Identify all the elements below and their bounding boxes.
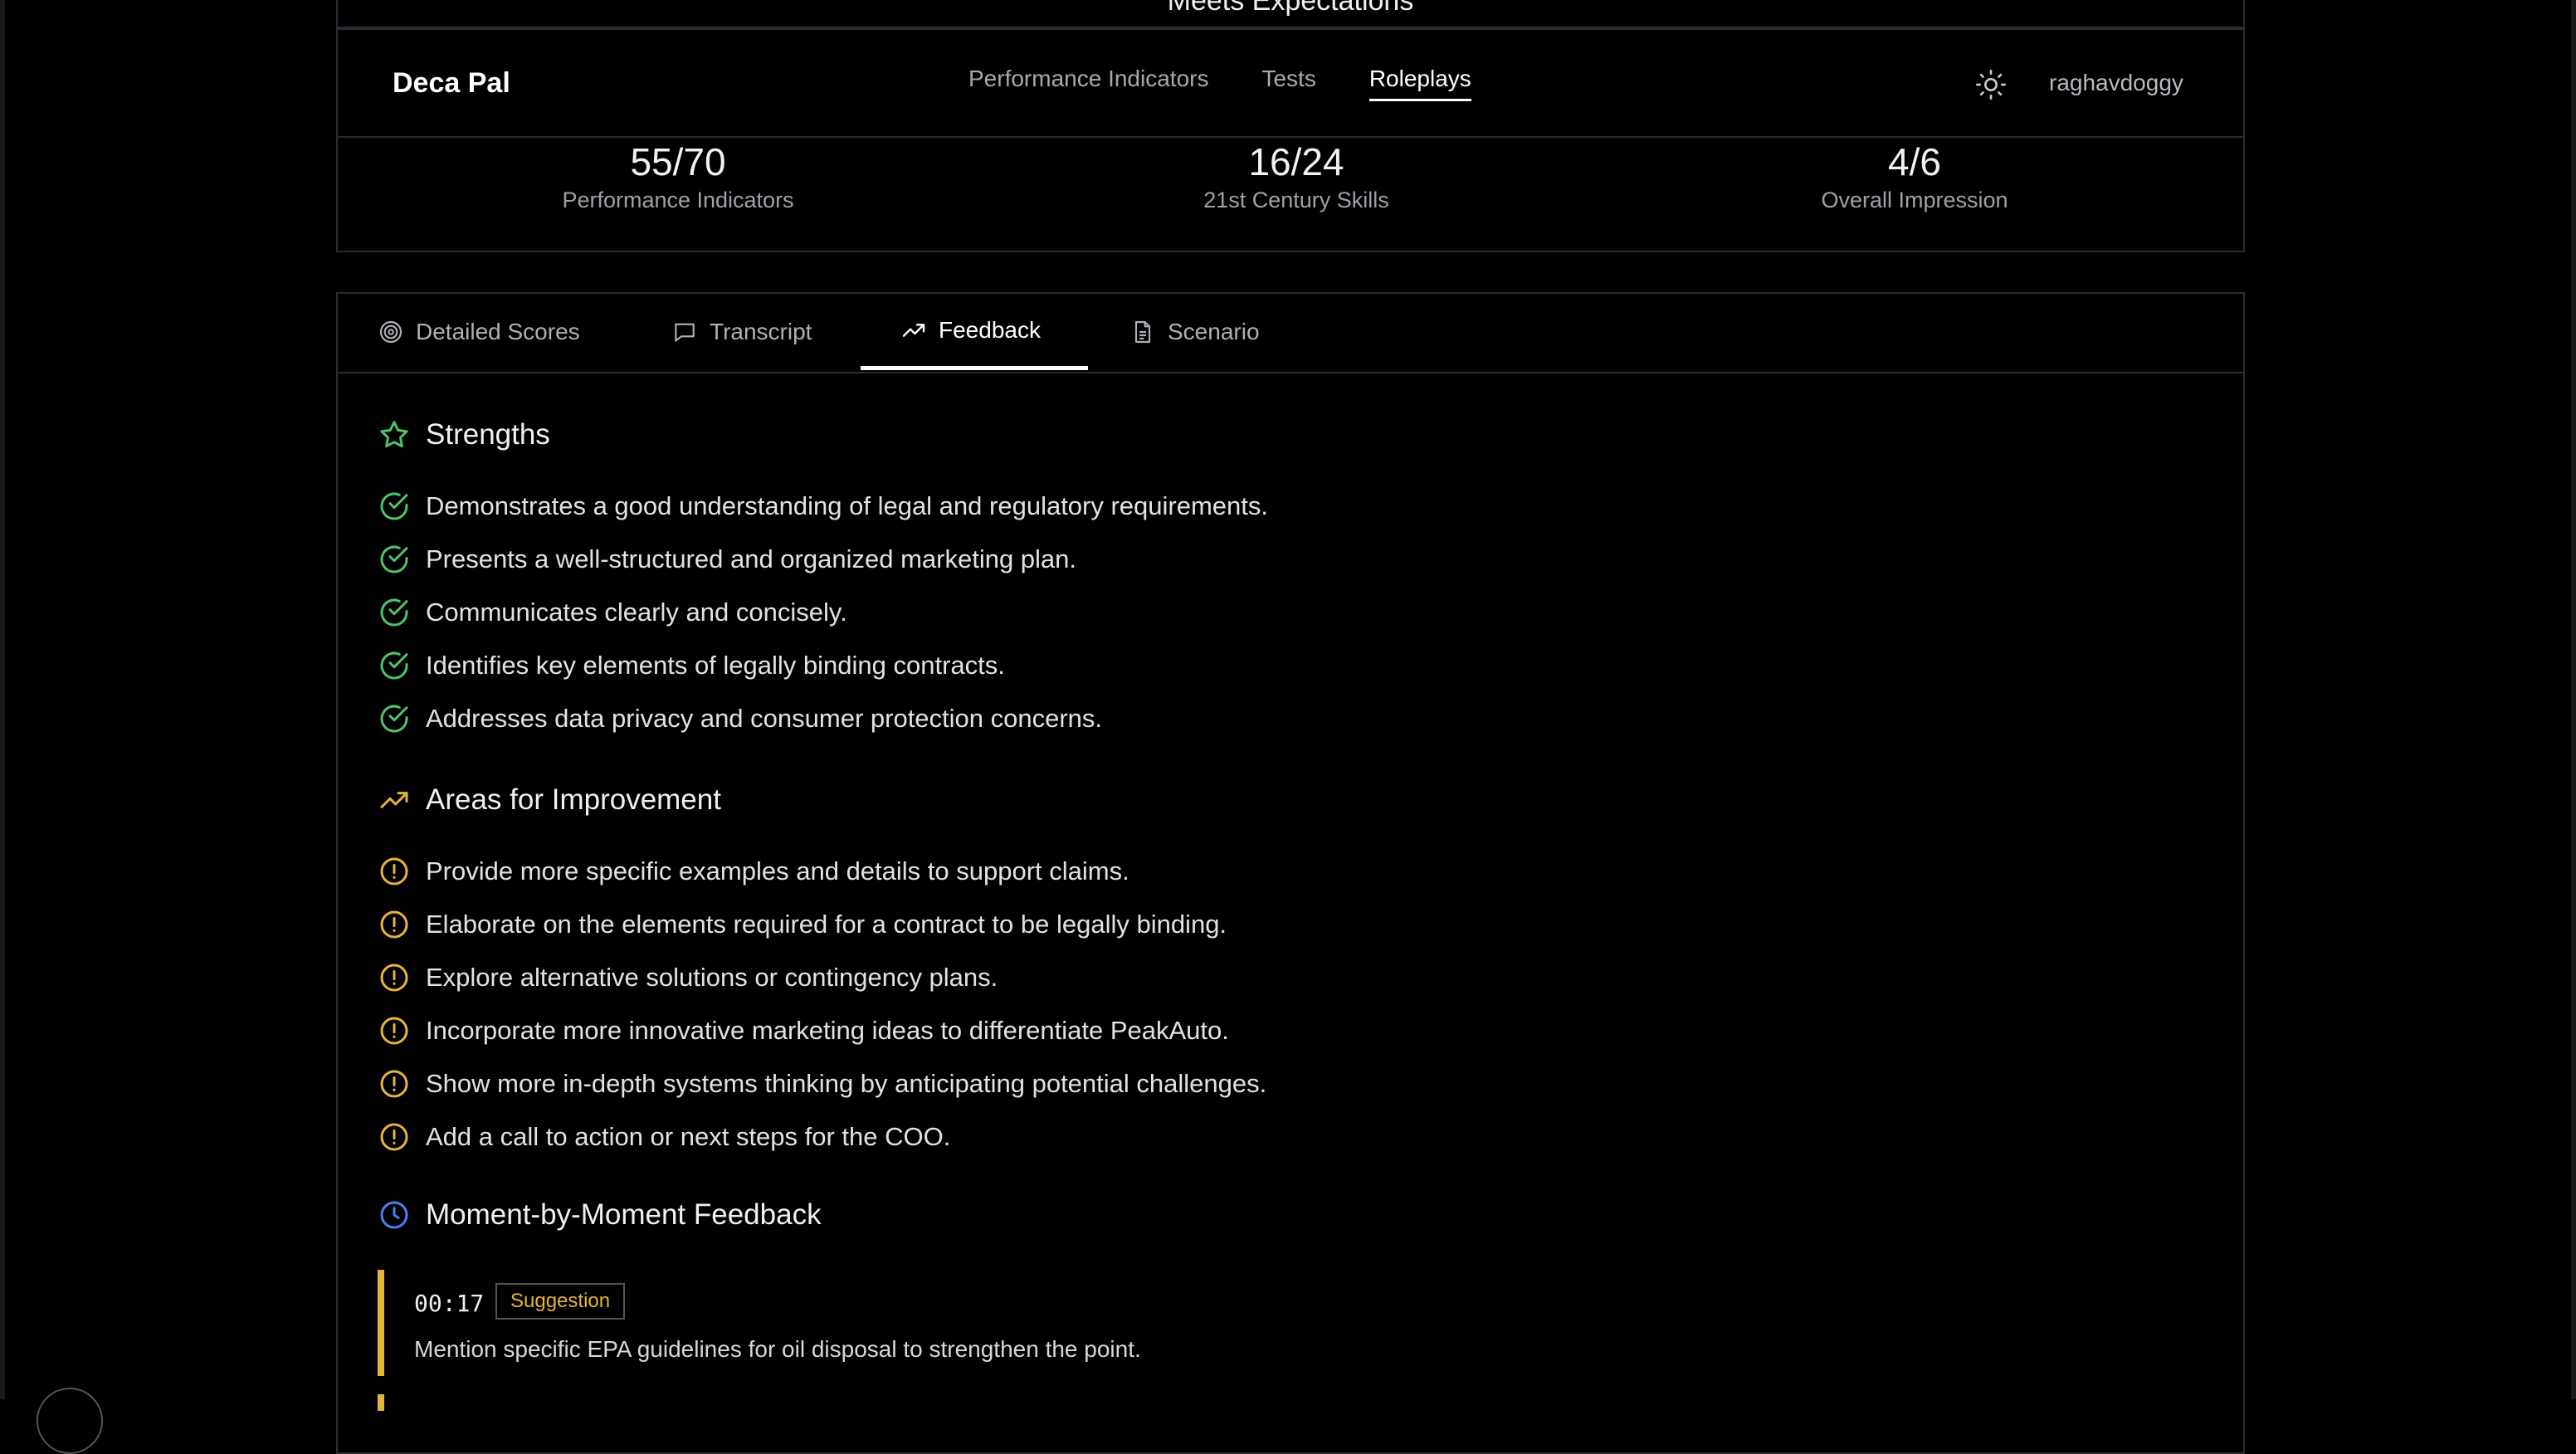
improvement-item: Explore alternative solutions or conting…	[378, 961, 998, 994]
rating-text: Meets Expectations	[1167, 0, 1414, 17]
score-label: Performance Indicators	[562, 188, 794, 212]
improvement-item: Add a call to action or next steps for t…	[378, 1120, 950, 1154]
window-edge-right	[2571, 0, 2576, 1399]
improvement-text: Incorporate more innovative marketing id…	[426, 1016, 1229, 1045]
strength-item: Demonstrates a good understanding of leg…	[378, 490, 1268, 523]
moment-timestamp[interactable]: 00:17	[414, 1290, 484, 1317]
check-circle-icon	[380, 651, 408, 680]
navbar: Deca Pal Performance Indicators Tests Ro…	[336, 28, 2245, 138]
strength-item: Presents a well-structured and organized…	[378, 543, 1076, 576]
window-edge-left	[0, 0, 5, 1399]
nav-link-roleplays[interactable]: Roleplays	[1368, 66, 1471, 101]
target-icon	[379, 320, 402, 344]
tab-label: Feedback	[939, 316, 1041, 343]
score-value: 55/70	[630, 140, 726, 183]
strengths-heading: Strengths	[378, 418, 550, 451]
trending-up-icon	[902, 323, 925, 337]
tab-detailed-scores[interactable]: Detailed Scores	[338, 294, 620, 370]
improvements-heading: Areas for Improvement	[378, 783, 721, 817]
improvement-item: Elaborate on the elements required for a…	[378, 908, 1227, 941]
tab-feedback[interactable]: Feedback	[861, 294, 1088, 370]
score-value: 16/24	[1248, 140, 1344, 183]
document-icon	[1134, 320, 1151, 344]
rating-card-top: Meets Expectations	[336, 0, 2245, 28]
moment-text: Mention specific EPA guidelines for oil …	[414, 1336, 1141, 1362]
check-circle-icon	[380, 705, 408, 733]
tab-label: Transcript	[710, 319, 812, 344]
moment-feedback-item-next	[378, 1394, 384, 1411]
improvement-item: Provide more specific examples and detai…	[378, 855, 1129, 888]
sun-icon[interactable]	[1974, 68, 2008, 101]
score-label: 21st Century Skills	[1203, 188, 1389, 212]
strength-item: Identifies key elements of legally bindi…	[378, 649, 1005, 682]
nav-link-performance-indicators[interactable]: Performance Indicators	[968, 66, 1208, 101]
score-label: Overall Impression	[1821, 188, 2008, 212]
score-summary: 55/70 Performance Indicators 16/24 21st …	[336, 138, 2245, 252]
strength-item: Addresses data privacy and consumer prot…	[378, 702, 1102, 735]
tab-label: Detailed Scores	[416, 319, 580, 344]
check-circle-icon	[380, 545, 408, 573]
message-icon	[675, 323, 695, 342]
strength-text: Identifies key elements of legally bindi…	[426, 651, 1005, 680]
moment-badge: Suggestion	[495, 1283, 626, 1320]
improvement-item: Show more in-depth systems thinking by a…	[378, 1067, 1266, 1100]
strength-text: Demonstrates a good understanding of leg…	[426, 491, 1269, 520]
moment-feedback-item: 00:17 Suggestion Mention specific EPA gu…	[378, 1270, 1539, 1376]
tab-scenario[interactable]: Scenario	[1090, 294, 1300, 370]
score-value: 4/6	[1888, 140, 1941, 183]
strength-text: Communicates clearly and concisely.	[426, 598, 847, 627]
alert-circle-icon	[380, 857, 408, 886]
strength-text: Presents a well-structured and organized…	[426, 544, 1077, 573]
moments-heading: Moment-by-Moment Feedback	[378, 1198, 822, 1232]
score-performance-indicators: 55/70 Performance Indicators	[429, 138, 927, 213]
score-21st-century-skills: 16/24 21st Century Skills	[1047, 138, 1545, 213]
score-overall-impression: 4/6 Overall Impression	[1666, 138, 2164, 213]
alert-circle-icon	[380, 1123, 408, 1151]
improvements-title: Areas for Improvement	[426, 783, 721, 816]
tab-transcript[interactable]: Transcript	[632, 294, 851, 370]
clock-icon	[380, 1201, 408, 1229]
improvement-item: Incorporate more innovative marketing id…	[378, 1014, 1229, 1047]
strengths-title: Strengths	[426, 418, 550, 451]
alert-circle-icon	[380, 1070, 408, 1098]
star-icon	[380, 421, 408, 448]
tab-label: Scenario	[1168, 319, 1260, 344]
improvement-text: Elaborate on the elements required for a…	[426, 910, 1227, 939]
strength-text: Addresses data privacy and consumer prot…	[426, 704, 1103, 733]
nav-link-tests[interactable]: Tests	[1261, 66, 1315, 101]
moments-title: Moment-by-Moment Feedback	[426, 1198, 822, 1231]
trending-up-icon	[380, 792, 408, 808]
improvement-text: Provide more specific examples and detai…	[426, 856, 1129, 886]
alert-circle-icon	[380, 964, 408, 992]
nav-links: Performance Indicators Tests Roleplays	[968, 66, 1471, 101]
tab-bar: Detailed Scores Transcript Feedback Scen…	[338, 294, 2243, 373]
strength-item: Communicates clearly and concisely.	[378, 596, 847, 629]
floating-button[interactable]	[37, 1388, 103, 1454]
user-menu[interactable]: raghavdoggy	[2049, 70, 2183, 96]
improvement-text: Add a call to action or next steps for t…	[426, 1122, 951, 1151]
improvement-text: Explore alternative solutions or conting…	[426, 963, 998, 992]
feedback-panel: Detailed Scores Transcript Feedback Scen…	[336, 292, 2245, 1454]
brand-logo[interactable]: Deca Pal	[393, 67, 510, 100]
check-circle-icon	[380, 492, 408, 520]
improvement-text: Show more in-depth systems thinking by a…	[426, 1069, 1267, 1098]
check-circle-icon	[380, 598, 408, 627]
alert-circle-icon	[380, 1017, 408, 1045]
alert-circle-icon	[380, 910, 408, 939]
